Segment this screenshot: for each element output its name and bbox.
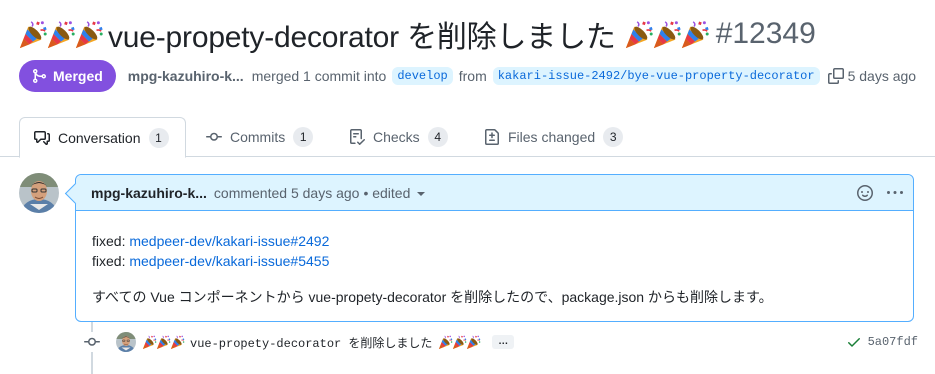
git-commit-icon — [206, 132, 222, 141]
git-commit-icon — [84, 337, 100, 346]
fixed-prefix: fixed: — [92, 233, 130, 249]
pr-title: vue-propety-decorator を削除しました — [108, 21, 616, 54]
commit-message-link[interactable]: vue-propety-decorator を削除しました — [190, 334, 432, 351]
commit-node — [82, 332, 102, 352]
commit-row: vue-propety-decorator を削除しました … 5a07fdf — [82, 331, 918, 353]
commit-author-avatar[interactable] — [116, 332, 136, 352]
expand-commit-message-button[interactable]: … — [492, 335, 515, 349]
party-popper-icon — [142, 334, 157, 350]
party-popper-emoji-group — [624, 18, 708, 50]
party-popper-icon — [170, 334, 185, 350]
party-popper-icon — [18, 18, 48, 50]
tab-commits-label: Commits — [230, 129, 286, 145]
comment-edited-label: • edited — [363, 184, 411, 201]
smiley-icon[interactable] — [857, 184, 873, 201]
fixed-issue-line: fixed: medpeer-dev/kakari-issue#5455 — [92, 251, 898, 271]
tab-conversation-count: 1 — [148, 127, 169, 148]
copy-branch-button[interactable] — [827, 68, 844, 84]
tab-files-changed-count: 3 — [603, 127, 624, 147]
tab-commits[interactable]: Commits 1 — [206, 117, 314, 157]
pr-meta-row: Merged mpg-kazuhiro-k... merged 1 commit… — [19, 60, 922, 92]
base-branch-link[interactable]: develop — [392, 67, 453, 85]
avatar[interactable] — [19, 173, 59, 213]
file-diff-icon — [485, 129, 499, 145]
pr-tabs: Conversation 1 Commits 1 Checks 4 Files … — [0, 117, 935, 158]
check-icon[interactable] — [846, 334, 862, 350]
party-popper-emoji-group — [142, 334, 184, 350]
comment-header: mpg-kazuhiro-k... commented 5 days ago •… — [76, 175, 913, 211]
comment-paragraph: すべての Vue コンポーネントから vue-propety-decorator… — [92, 289, 773, 305]
party-popper-icon — [652, 18, 682, 50]
tab-conversation[interactable]: Conversation 1 — [19, 117, 186, 158]
tab-files-changed-label: Files changed — [508, 129, 596, 145]
party-popper-icon — [156, 334, 171, 350]
tab-checks[interactable]: Checks 4 — [349, 117, 448, 157]
comment-author-link[interactable]: mpg-kazuhiro-k... — [91, 185, 207, 201]
party-popper-icon — [74, 18, 104, 50]
user-avatar-image — [19, 173, 59, 213]
party-popper-icon — [46, 18, 76, 50]
party-popper-emoji-group — [18, 18, 102, 50]
comment-edited-dropdown[interactable]: • edited — [363, 184, 426, 201]
commit-status: 5a07fdf — [846, 334, 918, 350]
tab-files-changed[interactable]: Files changed 3 — [484, 117, 624, 157]
merged-status-badge: Merged — [19, 60, 116, 92]
chevron-down-icon — [417, 191, 426, 196]
checklist-icon — [350, 129, 365, 145]
git-merge-icon — [33, 69, 47, 83]
comment-box: mpg-kazuhiro-k... commented 5 days ago •… — [75, 174, 914, 322]
tab-conversation-label: Conversation — [58, 129, 141, 146]
merge-time: 5 days ago — [847, 68, 917, 84]
merged-status-label: Merged — [53, 68, 103, 84]
issue-link[interactable]: medpeer-dev/kakari-issue#5455 — [129, 253, 329, 269]
comment-timestamp[interactable]: commented 5 days ago — [214, 185, 360, 201]
pr-author-link[interactable]: mpg-kazuhiro-k... — [128, 68, 244, 84]
issue-link[interactable]: medpeer-dev/kakari-issue#2492 — [129, 233, 329, 249]
tab-checks-label: Checks — [373, 129, 420, 145]
party-popper-icon — [680, 18, 710, 50]
kebab-horizontal-icon[interactable] — [887, 185, 903, 201]
party-popper-icon — [452, 334, 467, 350]
party-popper-icon — [466, 334, 481, 350]
comment-discussion-icon — [34, 130, 50, 145]
party-popper-icon — [624, 18, 654, 50]
party-popper-emoji-group — [438, 334, 480, 350]
copy-icon — [827, 68, 844, 84]
merge-description: merged 1 commit into — [251, 68, 387, 84]
user-avatar-image — [116, 332, 136, 352]
party-popper-icon — [438, 334, 453, 350]
tab-commits-count: 1 — [293, 127, 314, 147]
pr-title-row: vue-propety-decorator を削除しました #12349 — [18, 14, 816, 54]
fixed-issue-line: fixed: medpeer-dev/kakari-issue#2492 — [92, 231, 898, 251]
commit-sha-link[interactable]: 5a07fdf — [868, 335, 918, 349]
tab-checks-count: 4 — [427, 127, 448, 147]
comment-body: fixed: medpeer-dev/kakari-issue#2492 fix… — [76, 211, 913, 307]
comment-header-actions — [857, 184, 903, 201]
from-label: from — [458, 68, 487, 84]
fixed-prefix: fixed: — [92, 253, 130, 269]
pr-number: #12349 — [715, 17, 816, 50]
head-branch-link[interactable]: kakari-issue-2492/bye-vue-property-decor… — [492, 67, 820, 85]
